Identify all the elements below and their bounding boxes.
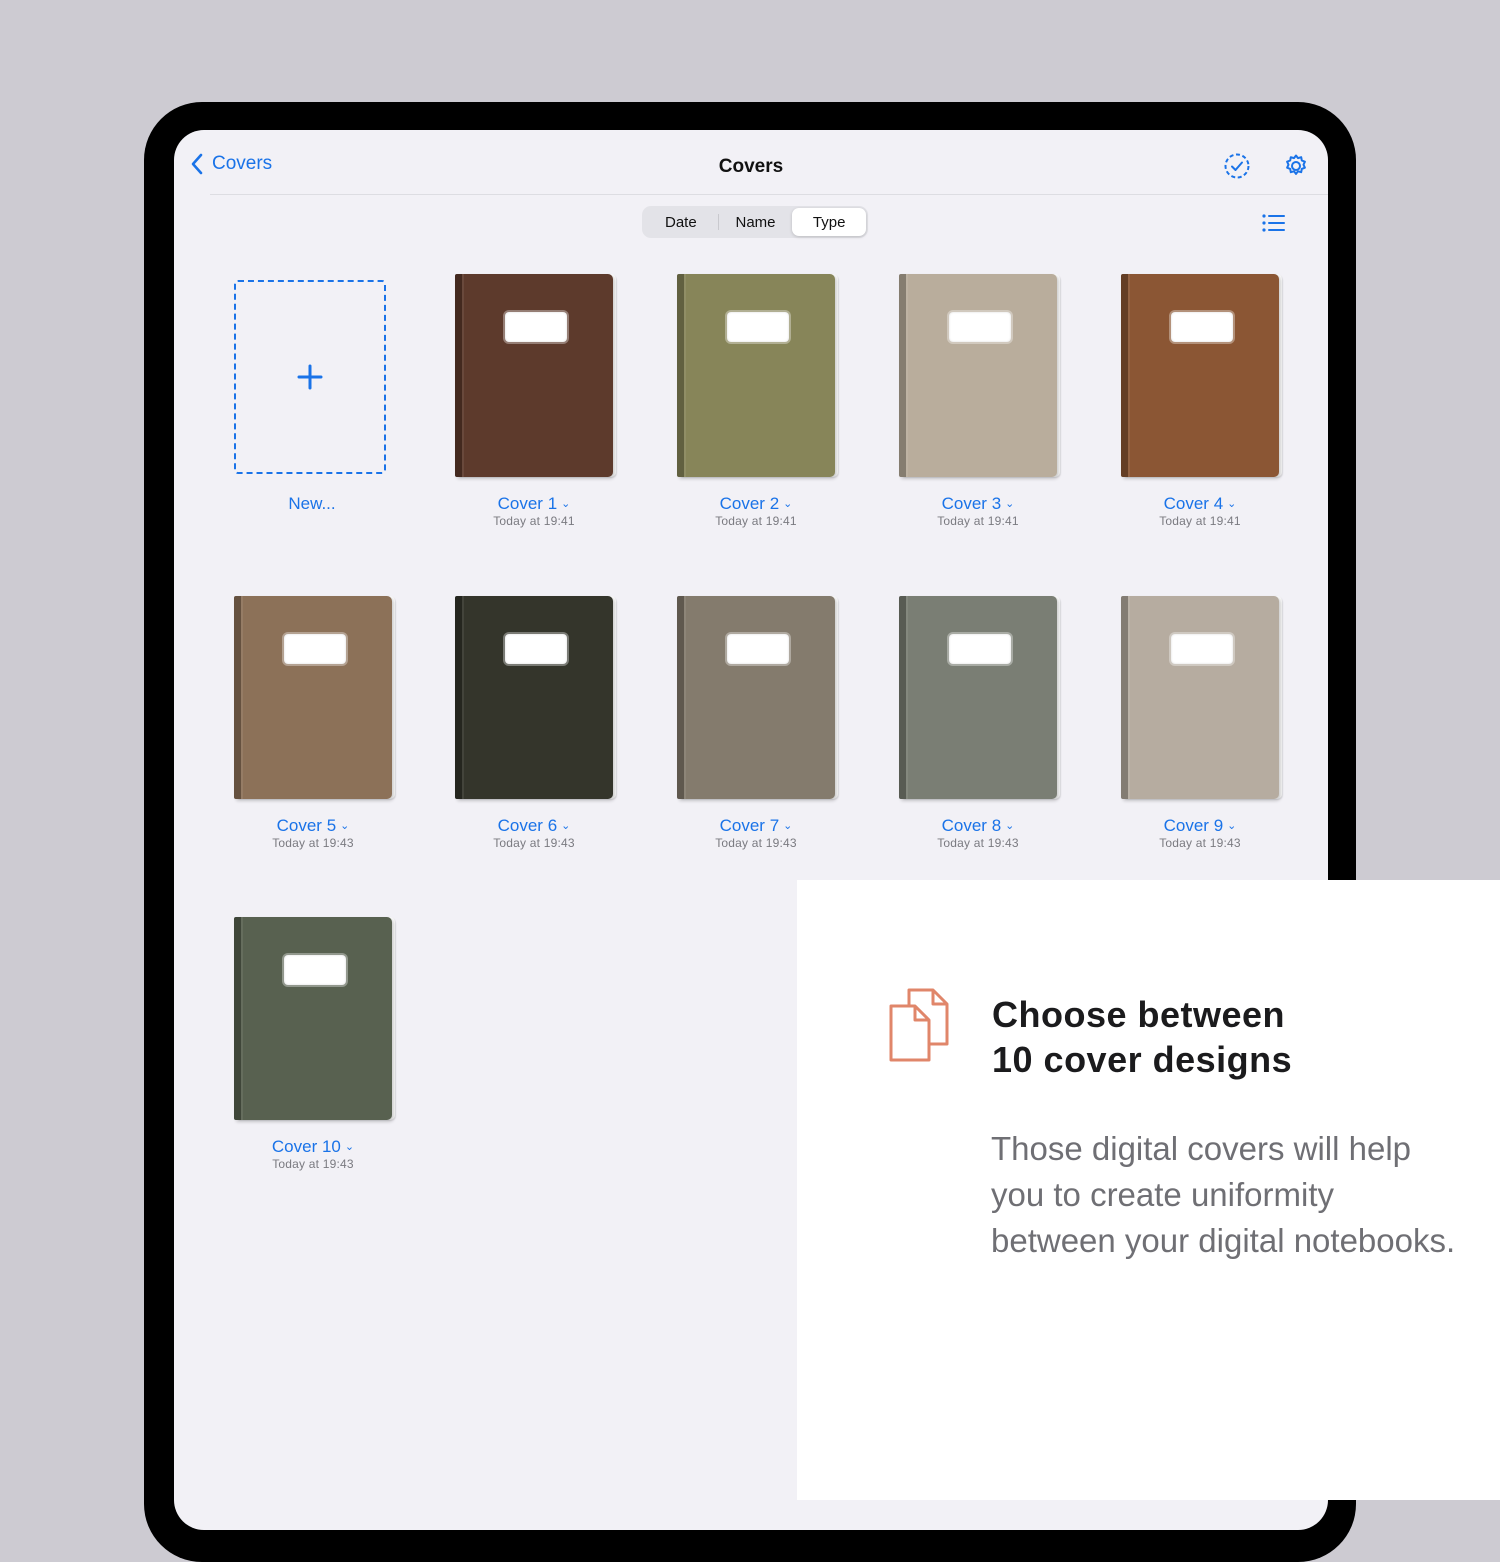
cover-name: Cover 4	[1163, 494, 1224, 513]
cover-date: Today at 19:43	[272, 836, 354, 850]
cover-name-menu[interactable]: Cover 8 ⌄	[878, 816, 1078, 836]
feature-card: Choose between 10 cover designs Those di…	[797, 880, 1500, 1500]
feature-description: Those digital covers will help you to cr…	[991, 1130, 1456, 1259]
cover-spine	[1121, 596, 1128, 799]
cover-name-menu[interactable]: Cover 2 ⌄	[656, 494, 856, 514]
sort-name-option[interactable]: Name	[719, 208, 793, 236]
cover-name-menu[interactable]: Cover 7 ⌄	[656, 816, 856, 836]
cover-thumbnail[interactable]	[899, 596, 1057, 799]
cover-thumbnail[interactable]	[677, 274, 835, 477]
cover-spine-highlight	[241, 596, 243, 799]
cover-name: Cover 8	[941, 816, 1002, 835]
cover-spine-highlight	[1128, 274, 1130, 477]
chevron-down-icon: ⌄	[1005, 820, 1015, 832]
cover-label-plate	[1171, 312, 1233, 342]
documents-icon	[889, 988, 949, 1062]
cover-name: Cover 2	[719, 494, 780, 513]
chevron-down-icon: ⌄	[344, 1141, 355, 1153]
cover-spine	[899, 596, 906, 799]
cover-name-menu[interactable]: Cover 10 ⌄	[213, 1137, 413, 1157]
cover-spine	[1121, 274, 1128, 477]
feature-title: Choose between 10 cover designs	[992, 992, 1472, 1082]
cover-label-plate	[284, 634, 346, 664]
cover-spine	[234, 596, 241, 799]
cover-date: Today at 19:43	[715, 836, 797, 850]
cover-spine	[234, 917, 241, 1120]
chevron-down-icon: ⌄	[340, 820, 350, 832]
cover-spine-highlight	[462, 596, 464, 799]
cover-name-menu[interactable]: Cover 5 ⌄	[213, 816, 413, 836]
cover-thumbnail[interactable]	[677, 596, 835, 799]
cover-thumbnail[interactable]	[455, 596, 613, 799]
cover-spine-highlight	[906, 596, 908, 799]
cover-spine-highlight	[906, 274, 908, 477]
cover-spine-highlight	[684, 274, 686, 477]
cover-label-plate	[505, 312, 567, 342]
sort-segmented-control: Date Name Type	[642, 206, 868, 238]
cover-label-plate	[949, 312, 1011, 342]
cover-spine	[899, 274, 906, 477]
cover-date: Today at 19:43	[1159, 836, 1241, 850]
cover-name: Cover 7	[719, 816, 780, 835]
chevron-down-icon: ⌄	[561, 498, 571, 510]
cover-thumbnail[interactable]	[1121, 274, 1279, 477]
cover-name-menu[interactable]: Cover 1 ⌄	[434, 494, 634, 514]
cover-label-plate	[949, 634, 1011, 664]
page-title: Covers	[718, 156, 784, 177]
chevron-down-icon: ⌄	[1227, 498, 1237, 510]
cover-thumbnail[interactable]	[899, 274, 1057, 477]
cover-label-plate	[727, 312, 789, 342]
cover-date: Today at 19:41	[1159, 514, 1241, 528]
cover-label-plate	[1171, 634, 1233, 664]
new-cover-label[interactable]: New...	[212, 494, 412, 514]
cover-name: Cover 6	[497, 816, 558, 835]
cover-label-plate	[505, 634, 567, 664]
sort-type-option[interactable]: Type	[792, 208, 867, 236]
navigation-bar: Covers Covers	[174, 130, 1328, 196]
cover-name: Cover 5	[276, 816, 337, 835]
cover-thumbnail[interactable]	[1121, 596, 1279, 799]
cover-name-menu[interactable]: Cover 3 ⌄	[878, 494, 1078, 514]
cover-name-menu[interactable]: Cover 6 ⌄	[434, 816, 634, 836]
cover-spine	[455, 274, 462, 477]
navbar-divider	[210, 194, 1328, 195]
cover-name-menu[interactable]: Cover 4 ⌄	[1100, 494, 1300, 514]
feature-title-line-1: Choose between	[992, 994, 1286, 1035]
sort-date-option[interactable]: Date	[644, 208, 718, 236]
chevron-down-icon: ⌄	[783, 820, 793, 832]
cover-thumbnail[interactable]	[455, 274, 613, 477]
new-cover-button[interactable]	[234, 280, 386, 474]
cover-date: Today at 19:41	[493, 514, 575, 528]
cover-spine	[455, 596, 462, 799]
gear-icon[interactable]	[1282, 152, 1310, 180]
chevron-down-icon: ⌄	[783, 498, 793, 510]
cover-date: Today at 19:41	[715, 514, 797, 528]
cover-name: Cover 1	[497, 494, 558, 513]
select-circle-icon[interactable]	[1223, 152, 1251, 180]
cover-spine	[677, 596, 684, 799]
cover-name: Cover 9	[1163, 816, 1224, 835]
cover-date: Today at 19:41	[937, 514, 1019, 528]
cover-name: Cover 10	[271, 1137, 341, 1156]
cover-label-plate	[284, 955, 346, 985]
cover-date: Today at 19:43	[272, 1157, 354, 1171]
cover-date: Today at 19:43	[493, 836, 575, 850]
feature-title-line-2: 10 cover designs	[992, 1039, 1293, 1080]
cover-spine-highlight	[241, 917, 243, 1120]
cover-date: Today at 19:43	[937, 836, 1019, 850]
cover-thumbnail[interactable]	[234, 596, 392, 799]
plus-icon	[297, 364, 323, 390]
cover-name: Cover 3	[941, 494, 1002, 513]
cover-spine-highlight	[1128, 596, 1130, 799]
cover-spine	[677, 274, 684, 477]
chevron-down-icon: ⌄	[1005, 498, 1015, 510]
cover-label-plate	[727, 634, 789, 664]
cover-spine-highlight	[684, 596, 686, 799]
chevron-down-icon: ⌄	[561, 820, 571, 832]
list-view-icon[interactable]	[1260, 210, 1288, 236]
cover-thumbnail[interactable]	[234, 917, 392, 1120]
chevron-down-icon: ⌄	[1227, 820, 1237, 832]
cover-name-menu[interactable]: Cover 9 ⌄	[1100, 816, 1300, 836]
cover-spine-highlight	[462, 274, 464, 477]
